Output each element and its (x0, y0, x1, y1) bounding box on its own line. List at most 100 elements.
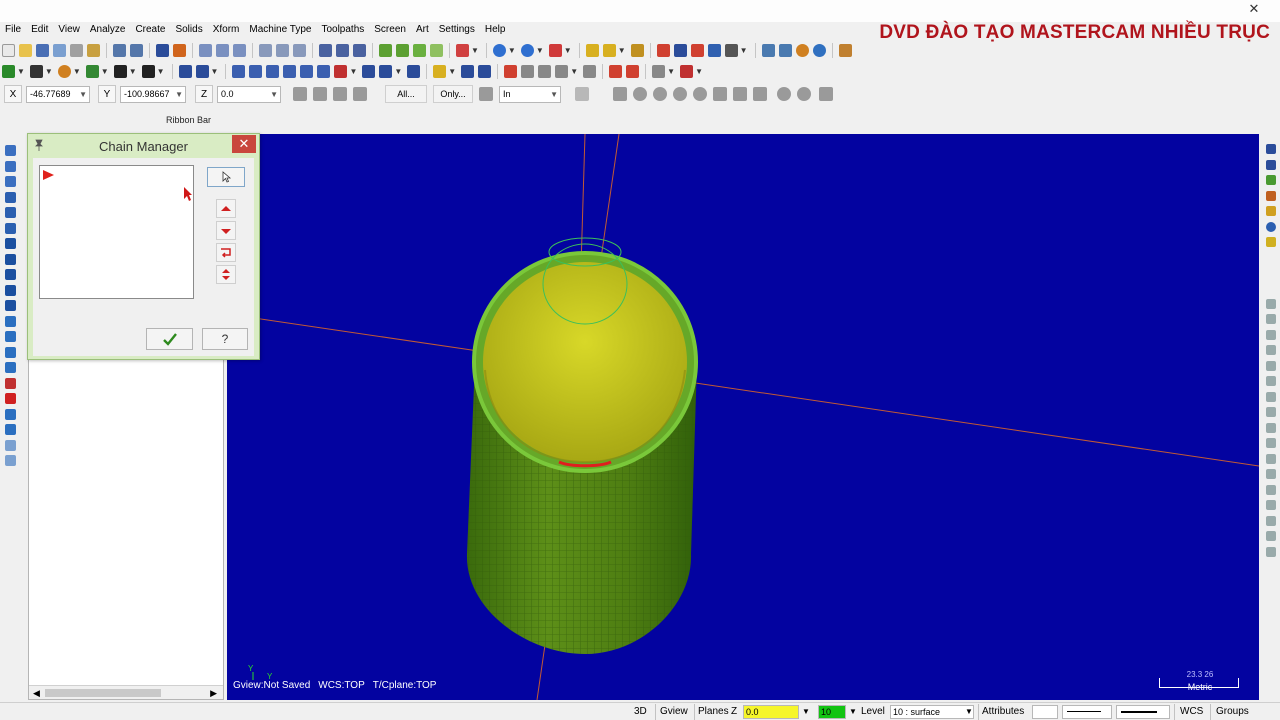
scrollbar-thumb[interactable] (45, 689, 161, 697)
solid-shell-icon[interactable] (5, 238, 16, 249)
edge-select-icon[interactable] (693, 87, 707, 101)
analyze-area-icon[interactable] (1266, 175, 1276, 185)
view-manager-icon[interactable] (652, 64, 666, 78)
graphics-viewport[interactable]: Y Y Gview:Not Saved WCS:TOP T/Cplane:TOP… (227, 134, 1259, 700)
move-up-button[interactable] (216, 199, 236, 218)
menu-machine-type[interactable]: Machine Type (244, 22, 316, 38)
sheet-icon[interactable] (538, 64, 552, 78)
surface-revolve-icon[interactable] (5, 315, 16, 327)
nest-icon[interactable] (583, 64, 597, 78)
mru-1-icon[interactable] (1266, 298, 1276, 309)
cylinder-inner-face[interactable] (483, 262, 687, 462)
chain-list[interactable] (39, 165, 194, 299)
scroll-right-icon[interactable]: ▶ (210, 686, 217, 700)
spline-icon[interactable] (141, 64, 155, 78)
menu-help[interactable]: Help (480, 22, 511, 38)
analyze-contour-icon[interactable] (1266, 206, 1276, 216)
x-coordinate-field[interactable]: -46.77689 ▼ (26, 85, 90, 103)
post-icon[interactable] (795, 43, 809, 57)
shade-icon[interactable] (379, 43, 392, 57)
select-all-button[interactable]: All... (385, 85, 427, 103)
menu-file[interactable]: File (0, 22, 26, 38)
paste-icon[interactable] (87, 43, 100, 57)
move-down-button[interactable] (216, 221, 236, 240)
chevron-down-icon[interactable]: ▼ (550, 87, 558, 102)
menu-analyze[interactable]: Analyze (85, 22, 131, 38)
body-select-icon[interactable] (673, 87, 687, 101)
surface-sweep-icon[interactable] (5, 331, 16, 342)
mask-icon[interactable] (433, 64, 447, 78)
level-label[interactable]: Level (861, 705, 885, 719)
mru-9-icon[interactable] (1266, 422, 1276, 433)
save-icon[interactable] (36, 43, 49, 57)
planes-icon[interactable] (456, 43, 469, 57)
scale-icon[interactable] (249, 64, 263, 78)
chevron-down-icon[interactable]: ▼ (17, 67, 25, 76)
selection-method-dropdown[interactable]: In ▼ (499, 85, 561, 103)
verify-select-icon[interactable] (575, 87, 589, 101)
mru-2-icon[interactable] (1266, 314, 1276, 324)
surface-draft-icon[interactable] (5, 377, 16, 389)
gview-side-icon[interactable] (353, 43, 366, 57)
chevron-down-icon[interactable]: ▼ (129, 67, 137, 76)
chevron-down-icon[interactable]: ▼ (211, 67, 219, 76)
chevron-down-icon[interactable]: ▼ (448, 67, 456, 76)
chevron-down-icon[interactable]: ▼ (175, 87, 183, 102)
mru-6-icon[interactable] (1266, 376, 1276, 386)
chevron-down-icon[interactable]: ▼ (471, 46, 479, 55)
analyze-distance-icon[interactable] (1266, 159, 1276, 170)
pencil-icon[interactable] (585, 43, 599, 57)
stock-icon[interactable] (555, 64, 569, 78)
new-file-icon[interactable] (2, 43, 15, 57)
point-icon[interactable] (2, 64, 15, 78)
fit-icon[interactable] (259, 43, 272, 57)
mru-12-icon[interactable] (1266, 469, 1276, 479)
mru-13-icon[interactable] (1266, 484, 1276, 495)
solid-revolve-icon[interactable] (5, 160, 16, 172)
solid-select-icon[interactable] (633, 87, 647, 101)
chevron-down-icon[interactable]: ▼ (564, 46, 572, 55)
analyze-angle-icon[interactable] (1266, 221, 1276, 232)
mru-8-icon[interactable] (1266, 407, 1276, 417)
solid-fillet-icon[interactable] (5, 207, 16, 218)
fillet-icon[interactable] (85, 64, 99, 78)
roll-icon[interactable] (362, 64, 376, 78)
point-style-field[interactable] (1032, 705, 1058, 719)
help-button[interactable]: ? (202, 328, 248, 350)
wireframe-icon[interactable] (396, 43, 409, 57)
gview-button[interactable]: Gview (660, 705, 688, 719)
chevron-down-icon[interactable]: ▼ (849, 705, 857, 719)
solid-boolean-icon[interactable] (5, 269, 16, 280)
grid-icon[interactable] (504, 64, 518, 78)
wcs-button[interactable]: WCS (1180, 705, 1203, 719)
sphere-icon[interactable] (520, 43, 534, 57)
mru-7-icon[interactable] (1266, 391, 1276, 402)
solid-extrude-icon[interactable] (5, 145, 16, 156)
back-face-icon[interactable] (713, 87, 727, 101)
y-coordinate-field[interactable]: -100.98667 ▼ (120, 85, 186, 103)
analyze-position-icon[interactable] (1266, 144, 1276, 154)
menu-settings[interactable]: Settings (434, 22, 480, 38)
zoom-window-icon[interactable] (199, 43, 212, 57)
menu-xform[interactable]: Xform (208, 22, 245, 38)
lock-icon[interactable] (313, 87, 327, 101)
groups-button[interactable]: Groups (1216, 705, 1249, 719)
zoom-in-icon[interactable] (216, 43, 229, 57)
array-icon[interactable] (300, 64, 314, 78)
ok-button[interactable] (146, 328, 193, 350)
chevron-down-icon[interactable]: ▼ (536, 46, 544, 55)
surface-fillet-icon[interactable] (5, 408, 16, 420)
horizontal-scrollbar[interactable]: ◀ ▶ (29, 685, 223, 699)
print-icon[interactable] (53, 43, 66, 57)
zoom-out-icon[interactable] (233, 43, 246, 57)
surface-offset-icon[interactable] (5, 424, 16, 435)
menu-solids[interactable]: Solids (170, 22, 207, 38)
chevron-down-icon[interactable]: ▼ (740, 46, 748, 55)
clear-select-icon[interactable] (753, 87, 767, 101)
analyze-dynamic-icon[interactable] (1266, 237, 1276, 247)
arc-icon[interactable] (57, 64, 71, 78)
mru-14-icon[interactable] (1266, 500, 1276, 510)
mirror-icon[interactable] (232, 64, 246, 78)
mru-16-icon[interactable] (1266, 531, 1276, 541)
unzoom-icon[interactable] (276, 43, 289, 57)
